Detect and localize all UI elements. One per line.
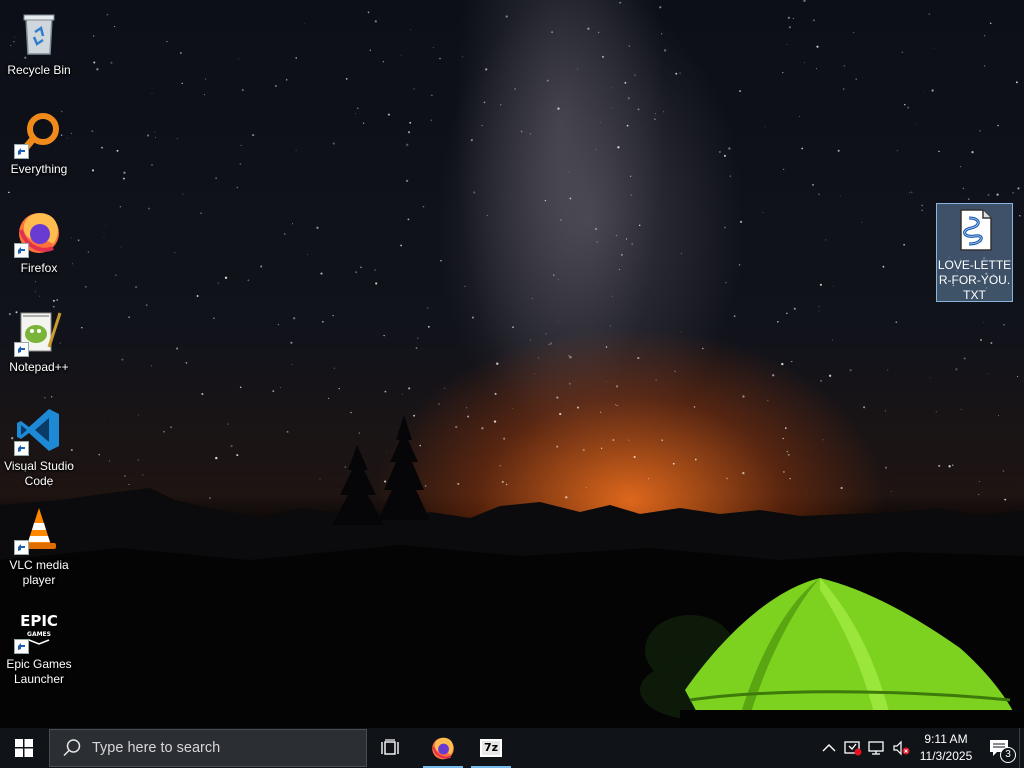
desktop-file-label: LOVE-LETTER-FOR-YOU.TXT xyxy=(937,258,1012,302)
desktop-icon-vlc[interactable]: VLC media player xyxy=(2,501,76,597)
desktop-icon-label: Visual Studio Code xyxy=(4,459,74,488)
firefox-icon xyxy=(14,208,63,258)
desktop-icon-vscode[interactable]: Visual Studio Code xyxy=(2,402,76,498)
text-file-icon xyxy=(951,206,999,254)
desktop-icon-label: Epic Games Launcher xyxy=(6,657,72,686)
chevron-up-icon[interactable] xyxy=(817,728,841,768)
clock-date: 11/3/2025 xyxy=(919,749,973,763)
shortcut-arrow-icon xyxy=(14,144,29,159)
start-button[interactable] xyxy=(0,728,48,768)
desktop-icon-everything[interactable]: Everything xyxy=(2,105,76,201)
clock[interactable]: 9:11 AM 11/3/2025 xyxy=(913,728,979,768)
7zip-label: 7z xyxy=(483,741,499,754)
notepad-plus-plus-icon xyxy=(14,307,63,357)
taskbar-app-firefox[interactable] xyxy=(419,728,467,768)
network-icon[interactable] xyxy=(865,728,889,768)
recycle-bin-icon xyxy=(15,10,63,58)
search-box[interactable]: Type here to search xyxy=(49,729,367,767)
7zip-icon: 7z xyxy=(480,739,502,757)
desktop[interactable]: Recycle Bin Everything Firefox Notepad++… xyxy=(0,0,1024,728)
shortcut-arrow-icon xyxy=(14,639,29,654)
desktop-icon-label: VLC media player xyxy=(9,558,69,587)
desktop-file-love-letter[interactable]: LOVE-LETTER-FOR-YOU.TXT xyxy=(936,203,1013,302)
firefox-icon xyxy=(432,737,454,760)
shortcut-arrow-icon xyxy=(14,540,29,555)
desktop-icon-notepad-plus-plus[interactable]: Notepad++ xyxy=(2,303,76,399)
shortcut-arrow-icon xyxy=(14,441,29,456)
windows-logo-icon xyxy=(15,739,33,757)
shortcut-arrow-icon xyxy=(14,243,29,258)
volume-muted-icon[interactable] xyxy=(889,728,913,768)
desktop-icon-label: Recycle Bin xyxy=(7,63,71,77)
vlc-icon xyxy=(14,505,63,555)
security-warning-icon[interactable] xyxy=(841,728,865,768)
notification-center-button[interactable]: 3 xyxy=(979,728,1019,768)
taskbar: Type here to search 7z 9:11 AM 11/3/2025… xyxy=(0,728,1024,768)
desktop-icon-label: Everything xyxy=(10,162,68,176)
clock-time: 9:11 AM xyxy=(924,732,968,746)
svg-text:GAMES: GAMES xyxy=(27,631,51,638)
task-view-icon xyxy=(381,739,399,755)
svg-text:EPIC: EPIC xyxy=(20,612,58,630)
starfield xyxy=(8,0,1021,501)
search-placeholder: Type here to search xyxy=(92,740,221,756)
desktop-icon-label: Notepad++ xyxy=(9,360,69,374)
desktop-icon-recycle-bin[interactable]: Recycle Bin xyxy=(2,6,76,102)
search-icon xyxy=(63,739,81,757)
vscode-icon xyxy=(14,406,63,456)
wallpaper-landscape xyxy=(0,415,1024,728)
desktop-icon-firefox[interactable]: Firefox xyxy=(2,204,76,300)
everything-search-icon xyxy=(14,109,63,159)
system-tray: 9:11 AM 11/3/2025 3 xyxy=(817,728,1024,768)
task-view-button[interactable] xyxy=(367,728,415,768)
show-desktop-button[interactable] xyxy=(1019,728,1024,768)
shortcut-arrow-icon xyxy=(14,342,29,357)
notification-count-badge: 3 xyxy=(1000,747,1016,763)
desktop-icon-label: Firefox xyxy=(20,261,58,275)
epic-games-icon: EPIC GAMES xyxy=(14,604,63,654)
taskbar-app-7zip[interactable]: 7z xyxy=(467,728,515,768)
desktop-icon-epic-games[interactable]: EPIC GAMES Epic Games Launcher xyxy=(2,600,76,696)
